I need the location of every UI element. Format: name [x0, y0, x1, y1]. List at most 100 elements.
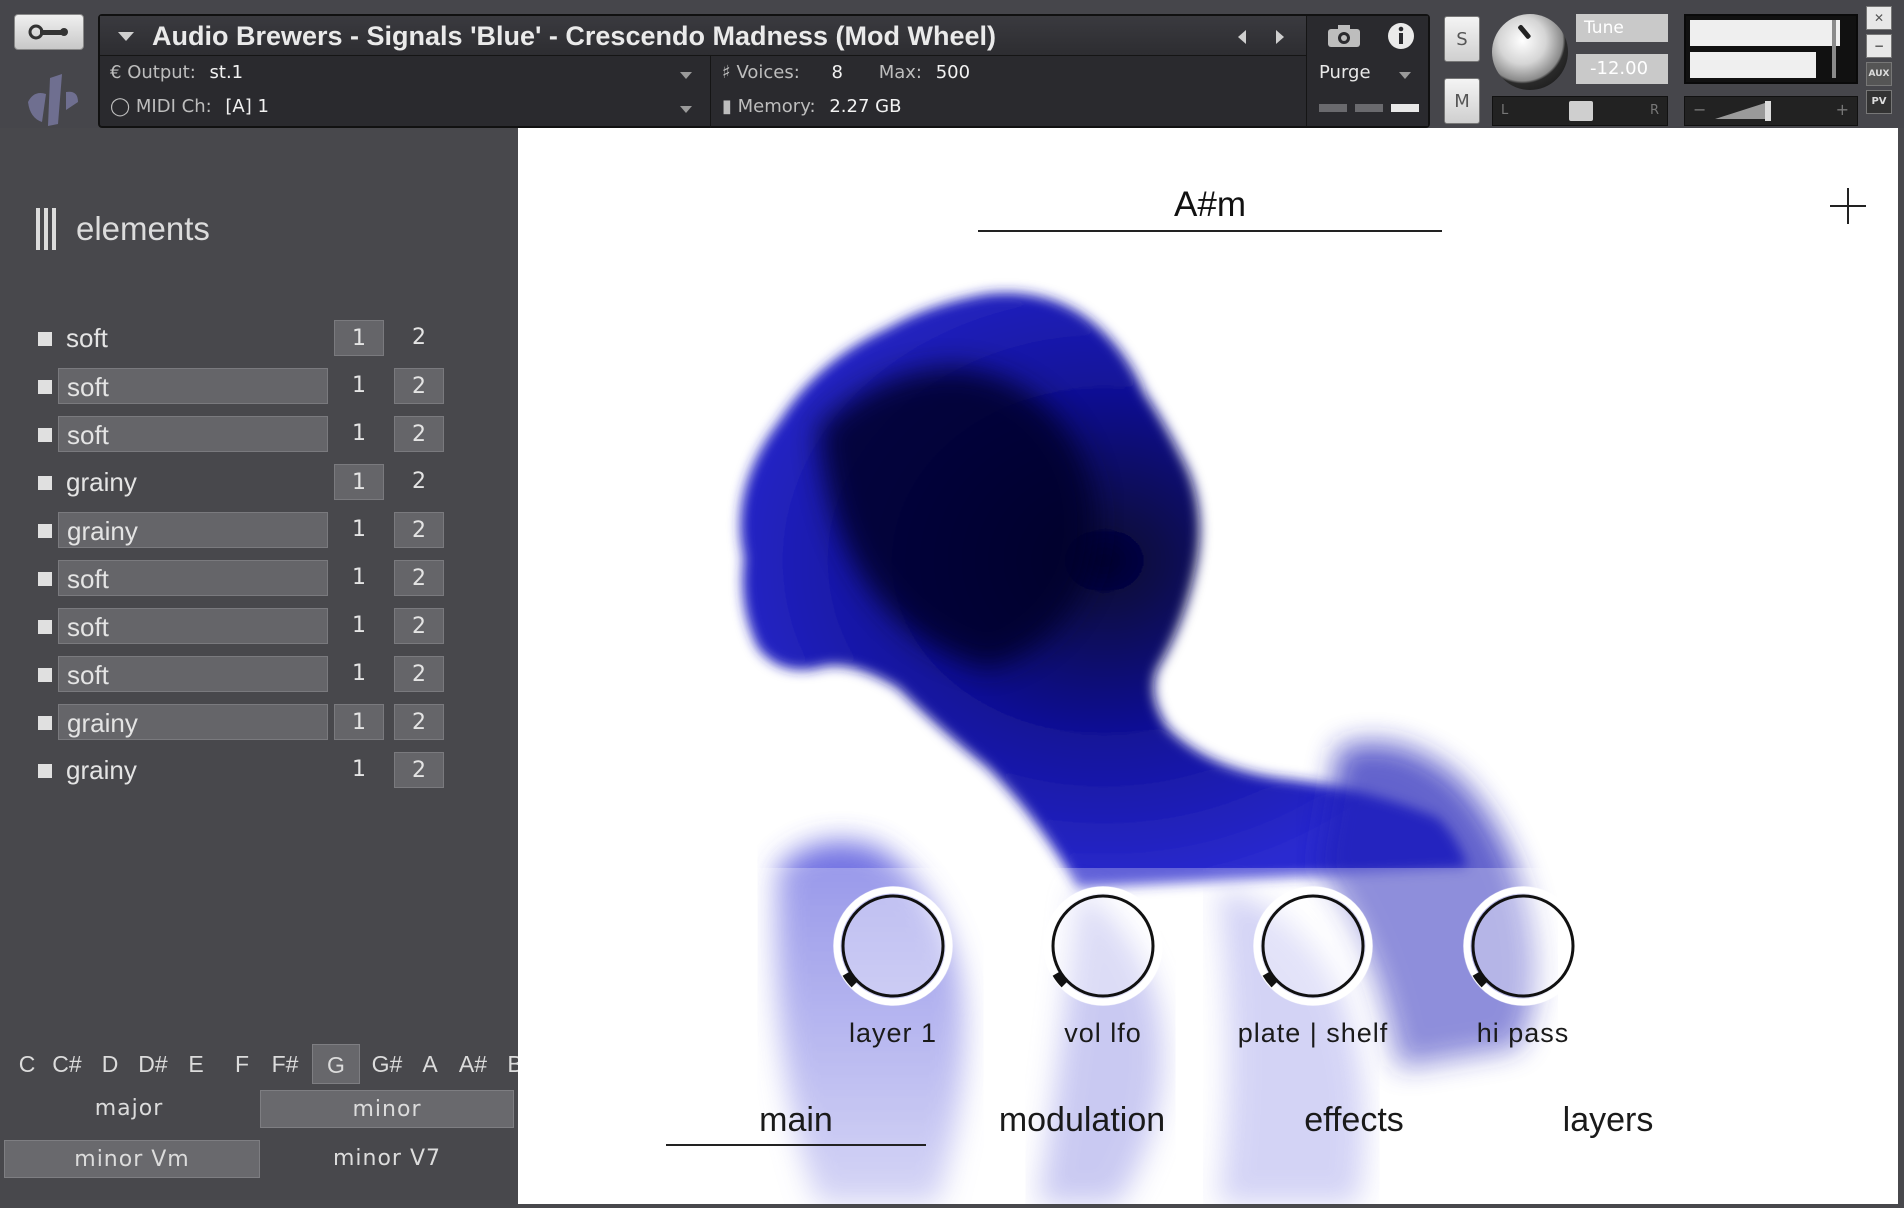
key-f-sharp[interactable]: F# — [262, 1044, 308, 1084]
scale-minor-button[interactable]: minor — [260, 1090, 514, 1128]
element-toggle[interactable] — [38, 764, 52, 778]
element-name[interactable]: grainy — [58, 704, 328, 740]
purge-dropdown-icon[interactable] — [1399, 72, 1411, 79]
key-d[interactable]: D — [94, 1044, 126, 1084]
element-option-1[interactable]: 1 — [334, 752, 384, 788]
tune-value[interactable]: -12.00 — [1576, 54, 1668, 84]
midi-row[interactable]: ◯ MIDI Ch: [A] 1 — [110, 90, 710, 124]
purge-button[interactable]: Purge — [1319, 62, 1371, 83]
element-toggle[interactable] — [38, 332, 52, 346]
key-display[interactable]: A#m — [978, 178, 1442, 232]
purge-indicator — [1391, 104, 1419, 112]
element-toggle[interactable] — [38, 668, 52, 682]
scale-minor-v7-button[interactable]: minor V7 — [270, 1140, 504, 1178]
element-toggle[interactable] — [38, 524, 52, 538]
key-f[interactable]: F — [226, 1044, 258, 1084]
key-d-sharp[interactable]: D# — [130, 1044, 176, 1084]
pan-handle[interactable] — [1569, 101, 1593, 121]
element-name[interactable]: grainy — [58, 464, 328, 500]
element-option-1[interactable]: 1 — [334, 656, 384, 692]
output-row[interactable]: € Output: st.1 — [110, 56, 710, 90]
element-option-2[interactable]: 2 — [394, 752, 444, 788]
camera-icon[interactable] — [1327, 24, 1361, 48]
tune-knob[interactable] — [1492, 14, 1568, 90]
key-g[interactable]: G — [312, 1044, 360, 1084]
knob-1[interactable] — [1043, 886, 1163, 1006]
element-option-1[interactable]: 1 — [334, 512, 384, 548]
output-value[interactable]: st.1 — [210, 62, 244, 83]
element-name[interactable]: grainy — [58, 752, 328, 788]
instrument-title-bar[interactable]: Audio Brewers - Signals 'Blue' - Crescen… — [100, 16, 1306, 56]
plus-icon[interactable] — [1830, 188, 1866, 224]
element-option-2[interactable]: 2 — [394, 464, 444, 500]
element-toggle[interactable] — [38, 572, 52, 586]
key-c[interactable]: C — [14, 1044, 40, 1084]
element-toggle[interactable] — [38, 476, 52, 490]
key-c-sharp[interactable]: C# — [44, 1044, 90, 1084]
element-name[interactable]: soft — [58, 656, 328, 692]
output-dropdown-icon[interactable] — [680, 72, 692, 79]
meter-bar-left — [1690, 20, 1840, 46]
next-instrument-icon[interactable] — [1276, 30, 1284, 44]
element-option-1[interactable]: 1 — [334, 416, 384, 452]
wrench-button[interactable] — [14, 14, 84, 50]
max-value[interactable]: 500 — [936, 62, 970, 83]
mute-button[interactable]: M — [1444, 78, 1480, 124]
element-toggle[interactable] — [38, 716, 52, 730]
tab-effects[interactable]: effects — [1258, 1094, 1450, 1146]
element-option-1[interactable]: 1 — [334, 464, 384, 500]
key-a-sharp[interactable]: A# — [450, 1044, 496, 1084]
knob-0[interactable] — [833, 886, 953, 1006]
element-name[interactable]: soft — [58, 608, 328, 644]
meter-peak — [1832, 20, 1836, 78]
element-name[interactable]: soft — [58, 560, 328, 596]
scale-minor-vm-button[interactable]: minor Vm — [4, 1140, 260, 1178]
pv-button[interactable]: PV — [1866, 90, 1892, 114]
element-toggle[interactable] — [38, 620, 52, 634]
element-option-2[interactable]: 2 — [394, 368, 444, 404]
knob-2[interactable] — [1253, 886, 1373, 1006]
solo-button[interactable]: S — [1444, 16, 1480, 62]
minimize-button[interactable]: − — [1866, 34, 1892, 58]
element-option-2[interactable]: 2 — [394, 512, 444, 548]
volume-slider[interactable]: − + — [1684, 96, 1858, 126]
element-toggle[interactable] — [38, 380, 52, 394]
prev-instrument-icon[interactable] — [1238, 30, 1246, 44]
memory-label: Memory: — [737, 96, 816, 117]
element-option-2[interactable]: 2 — [394, 560, 444, 596]
element-option-2[interactable]: 2 — [394, 704, 444, 740]
volume-handle[interactable] — [1765, 101, 1771, 121]
instrument-menu-arrow-icon[interactable] — [118, 32, 134, 41]
element-option-2[interactable]: 2 — [394, 320, 444, 356]
element-option-1[interactable]: 1 — [334, 368, 384, 404]
scale-major-button[interactable]: major — [14, 1090, 244, 1128]
key-a[interactable]: A — [414, 1044, 446, 1084]
info-icon[interactable] — [1387, 22, 1415, 50]
window-bottom-edge — [518, 1204, 1898, 1208]
tab-modulation[interactable]: modulation — [970, 1094, 1194, 1146]
element-option-1[interactable]: 1 — [334, 320, 384, 356]
knob-3[interactable] — [1463, 886, 1583, 1006]
element-name[interactable]: soft — [58, 368, 328, 404]
main-panel: A#m layer 1 vol lfo plate | shelf hi pass m… — [518, 128, 1898, 1204]
element-name[interactable]: soft — [58, 320, 328, 356]
midi-value[interactable]: [A] 1 — [225, 96, 269, 117]
element-option-1[interactable]: 1 — [334, 608, 384, 644]
key-e[interactable]: E — [180, 1044, 212, 1084]
element-option-2[interactable]: 2 — [394, 656, 444, 692]
element-option-1[interactable]: 1 — [334, 704, 384, 740]
element-option-1[interactable]: 1 — [334, 560, 384, 596]
tab-layers[interactable]: layers — [1528, 1094, 1688, 1146]
pan-slider[interactable]: L R — [1492, 96, 1668, 126]
element-option-2[interactable]: 2 — [394, 416, 444, 452]
knob-label: vol lfo — [1064, 1018, 1142, 1048]
tab-main[interactable]: main — [666, 1094, 926, 1146]
close-button[interactable]: ✕ — [1866, 6, 1892, 30]
element-option-2[interactable]: 2 — [394, 608, 444, 644]
aux-button[interactable]: AUX — [1866, 62, 1892, 86]
midi-dropdown-icon[interactable] — [680, 106, 692, 113]
element-toggle[interactable] — [38, 428, 52, 442]
element-name[interactable]: soft — [58, 416, 328, 452]
key-g-sharp[interactable]: G# — [364, 1044, 410, 1084]
element-name[interactable]: grainy — [58, 512, 328, 548]
